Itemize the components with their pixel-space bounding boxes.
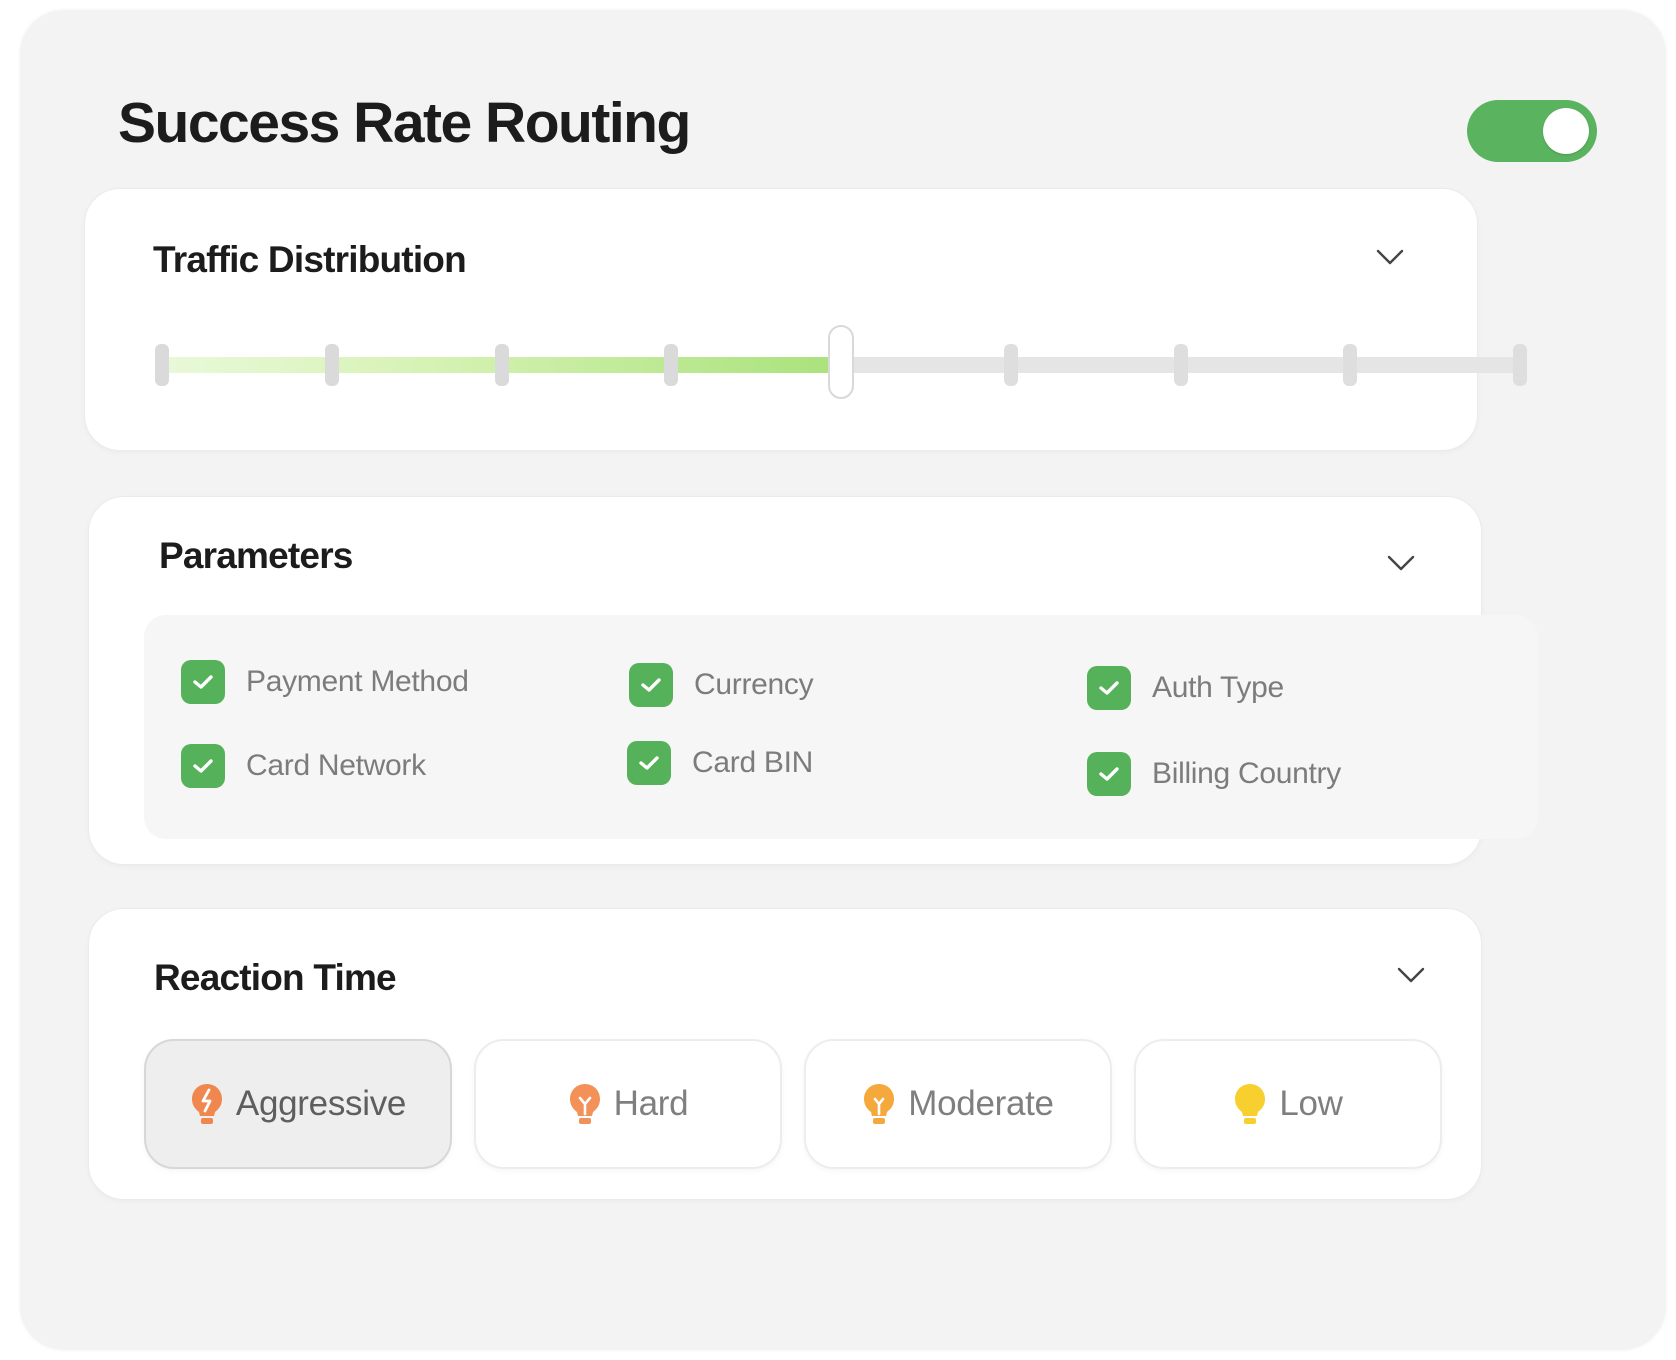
parameters-list: Payment Method Currency Auth Type Card N… [144,615,1538,839]
chevron-down-icon[interactable] [1386,553,1416,573]
param-label: Card Network [246,749,426,782]
traffic-distribution-card: Traffic Distribution [84,188,1527,451]
reaction-option-hard[interactable]: Hard [474,1039,782,1169]
param-auth-type[interactable]: Auth Type [1087,666,1284,710]
slider-tick[interactable] [494,344,509,386]
param-label: Auth Type [1152,671,1284,704]
reaction-time-title: Reaction Time [154,957,397,998]
parameters-card: Parameters Payment Method Currency Auth … [88,496,1538,865]
slider-tick[interactable] [324,344,339,386]
param-label: Billing Country [1152,757,1341,790]
page-title: Success Rate Routing [118,91,691,155]
slider-tick[interactable] [1003,344,1018,386]
reaction-option-label: Moderate [908,1084,1054,1123]
bulb-icon [569,1084,600,1124]
traffic-distribution-slider[interactable] [155,324,1527,404]
param-billing-country[interactable]: Billing Country [1087,752,1341,796]
chevron-down-icon[interactable] [1375,247,1405,267]
param-payment-method[interactable]: Payment Method [181,660,469,704]
param-label: Payment Method [246,665,469,698]
param-label: Currency [694,668,814,701]
checkbox-checked-icon[interactable] [627,741,671,785]
reaction-option-low[interactable]: Low [1134,1039,1442,1169]
slider-tick[interactable] [1173,344,1188,386]
reaction-option-label: Low [1279,1084,1343,1123]
checkbox-checked-icon[interactable] [1087,752,1131,796]
slider-tick[interactable] [1513,344,1527,386]
slider-tick[interactable] [664,344,679,386]
checkbox-checked-icon[interactable] [629,663,673,707]
checkbox-checked-icon[interactable] [181,660,225,704]
bulb-bolt-icon [191,1084,222,1124]
slider-thumb[interactable] [828,325,854,399]
bulb-icon [1235,1084,1266,1124]
toggle-knob [1543,108,1589,154]
traffic-distribution-title: Traffic Distribution [153,239,467,280]
parameters-title: Parameters [159,535,353,576]
reaction-option-label: Hard [613,1084,689,1123]
chevron-down-icon[interactable] [1396,965,1426,985]
reaction-option-moderate[interactable]: Moderate [804,1039,1112,1169]
slider-tick[interactable] [155,344,169,386]
param-label: Card BIN [692,746,813,779]
param-card-bin[interactable]: Card BIN [627,741,813,785]
bulb-icon [864,1084,895,1124]
reaction-time-card: Reaction Time Aggressive Hard Moderate L… [88,908,1482,1200]
checkbox-checked-icon[interactable] [181,744,225,788]
success-rate-routing-panel: Success Rate Routing Traffic Distributio… [20,10,1666,1350]
checkbox-checked-icon[interactable] [1087,666,1131,710]
reaction-option-label: Aggressive [235,1084,407,1123]
slider-tick[interactable] [1343,344,1358,386]
param-currency[interactable]: Currency [629,663,814,707]
param-card-network[interactable]: Card Network [181,744,426,788]
reaction-option-aggressive[interactable]: Aggressive [144,1039,452,1169]
routing-enabled-toggle[interactable] [1467,100,1597,162]
